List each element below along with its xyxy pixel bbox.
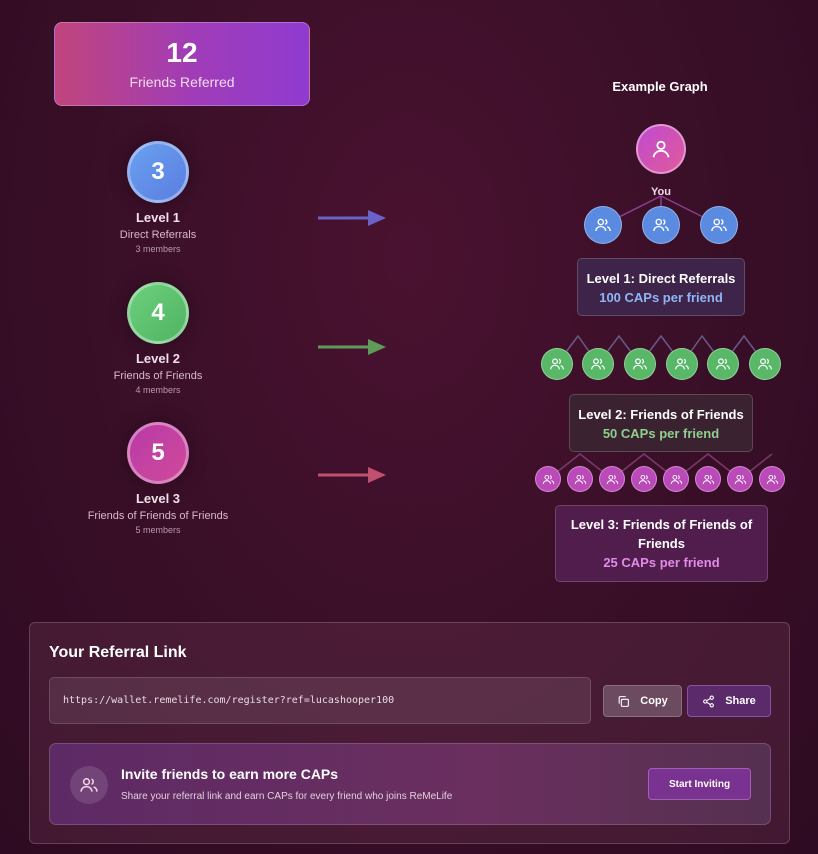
level-3-reward: 25 CAPs per friend xyxy=(603,555,720,570)
level-3-count-badge: 5 xyxy=(127,422,189,484)
level-3-friend-node xyxy=(599,466,625,492)
users-icon xyxy=(574,474,586,484)
invite-subtitle: Share your referral link and earn CAPs f… xyxy=(121,791,453,802)
example-graph-title: Example Graph xyxy=(612,79,708,94)
users-icon xyxy=(675,358,689,370)
users-icon xyxy=(758,358,772,370)
share-button[interactable]: Share xyxy=(687,685,771,717)
invite-title: Invite friends to earn more CAPs xyxy=(121,766,339,782)
level-1-subtitle: Direct Referrals xyxy=(119,229,197,241)
users-icon xyxy=(716,358,730,370)
share-icon xyxy=(703,695,715,707)
user-icon xyxy=(652,140,670,158)
level-1-reward: 100 CAPs per friend xyxy=(599,290,723,305)
friends-referred-count: 12 xyxy=(166,37,198,68)
users-icon xyxy=(766,474,778,484)
level-2-friend-node xyxy=(582,348,614,380)
level-3-friend-node xyxy=(759,466,785,492)
invite-banner: Invite friends to earn more CAPs Share y… xyxy=(49,743,771,825)
level-2-title: Level 2 xyxy=(135,351,181,366)
invite-icon-wrap xyxy=(70,766,108,804)
level-3-friend-node xyxy=(695,466,721,492)
level-3-friend-node xyxy=(535,466,561,492)
users-icon xyxy=(595,218,611,232)
level-3-info-title: Level 3: Friends of Friends of Friends xyxy=(570,517,753,551)
level-2-subtitle: Friends of Friends xyxy=(113,370,203,382)
level-1-summary: 3 Level 1 Direct Referrals 3 members xyxy=(58,141,258,254)
users-icon xyxy=(80,778,98,792)
level-2-info-box: Level 2: Friends of Friends 50 CAPs per … xyxy=(569,394,753,452)
users-icon xyxy=(653,218,669,232)
users-icon xyxy=(606,474,618,484)
users-icon xyxy=(711,218,727,232)
level-3-info-box: Level 3: Friends of Friends of Friends 2… xyxy=(555,505,768,582)
level-3-summary: 5 Level 3 Friends of Friends of Friends … xyxy=(58,422,258,535)
level-2-friend-node xyxy=(624,348,656,380)
level-2-info-title: Level 2: Friends of Friends xyxy=(578,407,744,422)
you-label: You xyxy=(651,186,671,198)
users-icon xyxy=(550,358,564,370)
level-2-friend-node xyxy=(666,348,698,380)
share-button-label: Share xyxy=(725,695,756,707)
level-3-members: 5 members xyxy=(135,525,181,535)
level-1-friend-node xyxy=(642,206,680,244)
copy-button[interactable]: Copy xyxy=(603,685,682,717)
level-2-friend-node xyxy=(541,348,573,380)
users-icon xyxy=(591,358,605,370)
users-icon xyxy=(670,474,682,484)
level-3-friend-node xyxy=(727,466,753,492)
level-2-summary: 4 Level 2 Friends of Friends 4 members xyxy=(58,282,258,395)
level-1-info-box: Level 1: Direct Referrals 100 CAPs per f… xyxy=(577,258,745,316)
level-3-friend-node xyxy=(663,466,689,492)
arrow-right-icon xyxy=(318,210,386,226)
level-1-count-badge: 3 xyxy=(127,141,189,203)
arrow-right-icon xyxy=(318,339,386,355)
referral-title: Your Referral Link xyxy=(49,644,187,661)
level-2-reward: 50 CAPs per friend xyxy=(602,426,720,441)
level-1-members: 3 members xyxy=(135,244,181,254)
level-3-friend-node xyxy=(631,466,657,492)
users-icon xyxy=(633,358,647,370)
referral-panel: Your Referral Link https://wallet.remeli… xyxy=(29,622,790,844)
level-2-friend-node xyxy=(707,348,739,380)
users-icon xyxy=(638,474,650,484)
start-inviting-button[interactable]: Start Inviting xyxy=(648,768,751,800)
referral-link-field[interactable]: https://wallet.remelife.com/register?ref… xyxy=(49,677,591,724)
users-icon xyxy=(734,474,746,484)
level-3-friend-node xyxy=(567,466,593,492)
friends-referred-card: 12 Friends Referred xyxy=(54,22,310,106)
you-node xyxy=(636,124,686,174)
level-3-title: Level 3 xyxy=(135,491,181,506)
level-2-friend-node xyxy=(749,348,781,380)
friends-referred-label: Friends Referred xyxy=(129,74,235,90)
level-1-title: Level 1 xyxy=(135,210,181,225)
level-2-count-badge: 4 xyxy=(127,282,189,344)
users-icon xyxy=(542,474,554,484)
level-1-friend-node xyxy=(584,206,622,244)
arrow-right-icon xyxy=(318,467,386,483)
users-icon xyxy=(702,474,714,484)
copy-icon xyxy=(618,695,630,707)
level-1-info-title: Level 1: Direct Referrals xyxy=(586,271,736,286)
copy-button-label: Copy xyxy=(640,695,668,707)
level-3-subtitle: Friends of Friends of Friends xyxy=(87,510,229,522)
level-2-members: 4 members xyxy=(135,385,181,395)
level-1-friend-node xyxy=(700,206,738,244)
